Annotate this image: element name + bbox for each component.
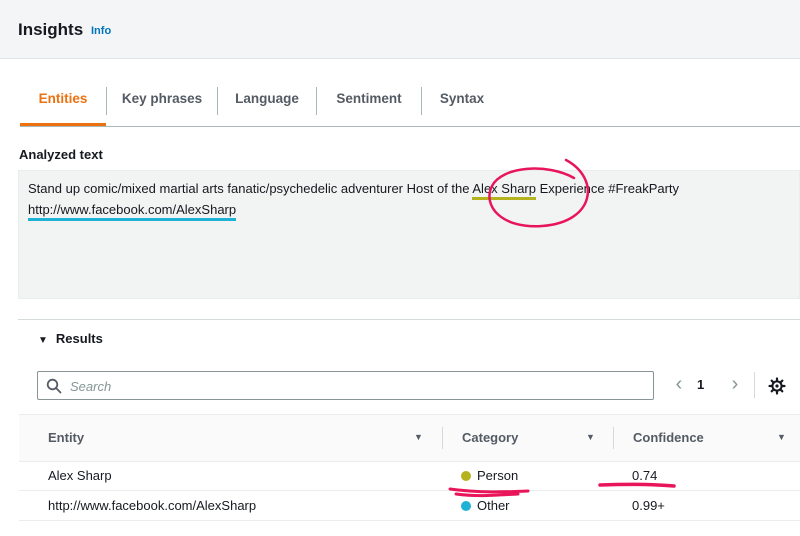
sort-caret-icon[interactable]: ▼ [777, 432, 786, 442]
analyzed-text-line: Stand up comic/mixed martial arts fanati… [28, 181, 680, 200]
search-box [37, 371, 654, 400]
confidence-cell: 0.74 [632, 468, 658, 483]
category-label: Person [477, 468, 519, 483]
page-number[interactable]: 1 [697, 377, 704, 392]
column-divider [613, 427, 614, 449]
info-link[interactable]: Info [91, 25, 111, 37]
sort-caret-icon[interactable]: ▼ [586, 432, 595, 442]
category-dot-icon [461, 471, 471, 481]
column-header-entity[interactable]: Entity [48, 430, 84, 445]
text-segment: Stand up comic/mixed martial arts fanati… [28, 181, 473, 196]
column-header-confidence[interactable]: Confidence [633, 430, 704, 445]
category-cell: Other [461, 498, 510, 513]
confidence-cell: 0.99+ [632, 498, 665, 513]
results-toggle[interactable]: ▼ Results [38, 331, 103, 346]
tab-bar: Entities Key phrases Language Sentiment … [20, 83, 800, 127]
chevron-left-icon[interactable]: ‹ [670, 373, 688, 397]
search-input[interactable] [68, 376, 642, 397]
tab-language[interactable]: Language [218, 83, 316, 125]
category-dot-icon [461, 501, 471, 511]
sort-caret-icon[interactable]: ▼ [414, 432, 423, 442]
chevron-right-icon[interactable]: › [726, 373, 744, 397]
page-header: Insights Info [0, 0, 800, 59]
entity-cell: http://www.facebook.com/AlexSharp [48, 498, 257, 513]
search-icon [46, 378, 62, 394]
entity-cell: Alex Sharp [48, 468, 112, 483]
analyzed-text-label: Analyzed text [19, 147, 103, 162]
tab-syntax[interactable]: Syntax [422, 83, 502, 125]
tab-sentiment[interactable]: Sentiment [317, 83, 421, 125]
entity-highlight-other[interactable]: http://www.facebook.com/AlexSharp [28, 202, 237, 221]
category-cell: Person [461, 468, 518, 483]
table-row: http://www.facebook.com/AlexSharp Other … [19, 491, 800, 521]
page-title: Insights [18, 20, 84, 39]
gear-icon[interactable] [768, 377, 786, 395]
entity-highlight-person[interactable]: Alex Sharp [472, 181, 536, 200]
column-header-category[interactable]: Category [462, 430, 518, 445]
results-label: Results [55, 331, 103, 346]
table-header: Entity ▼ Category ▼ Confidence ▼ [19, 414, 800, 462]
table-row: Alex Sharp Person 0.74 [19, 461, 800, 491]
category-label: Other [477, 498, 510, 513]
toolbar-divider [754, 372, 755, 398]
caret-down-icon: ▼ [38, 335, 48, 346]
analyzed-text-box: Stand up comic/mixed martial arts fanati… [18, 170, 800, 299]
tab-entities[interactable]: Entities [20, 83, 106, 126]
section-divider [18, 319, 800, 320]
tab-key-phrases[interactable]: Key phrases [107, 83, 217, 125]
text-segment: Experience #FreakParty [535, 181, 680, 196]
column-divider [442, 427, 443, 449]
